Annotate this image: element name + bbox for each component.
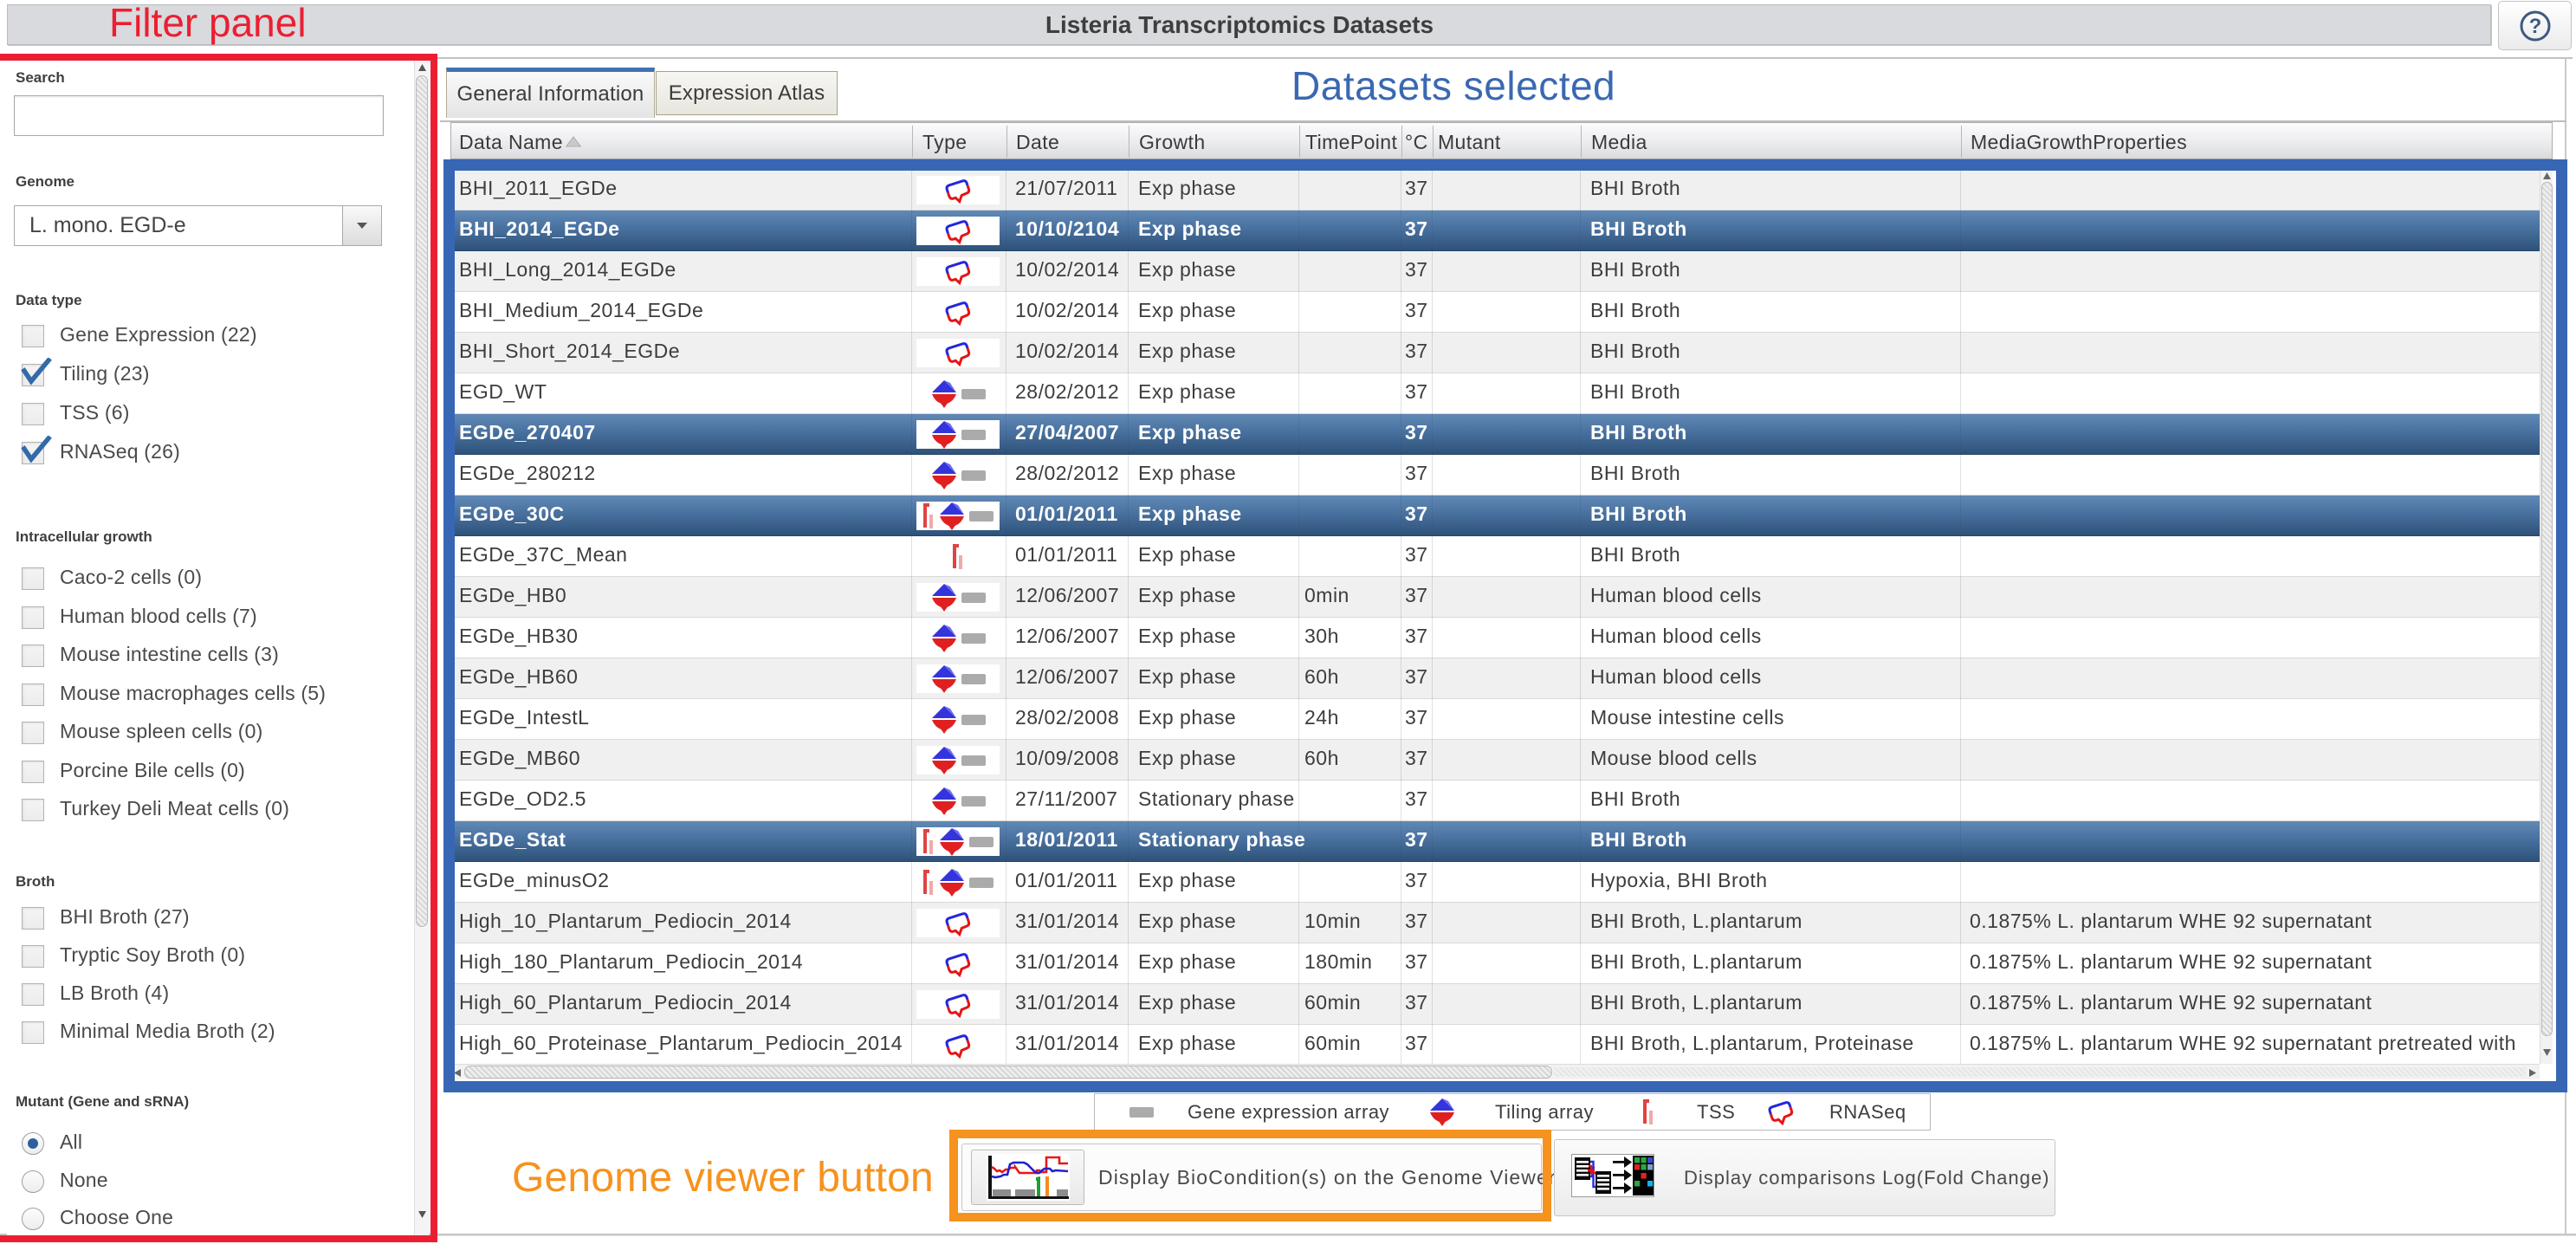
svg-text:?: ?	[2528, 15, 2541, 38]
